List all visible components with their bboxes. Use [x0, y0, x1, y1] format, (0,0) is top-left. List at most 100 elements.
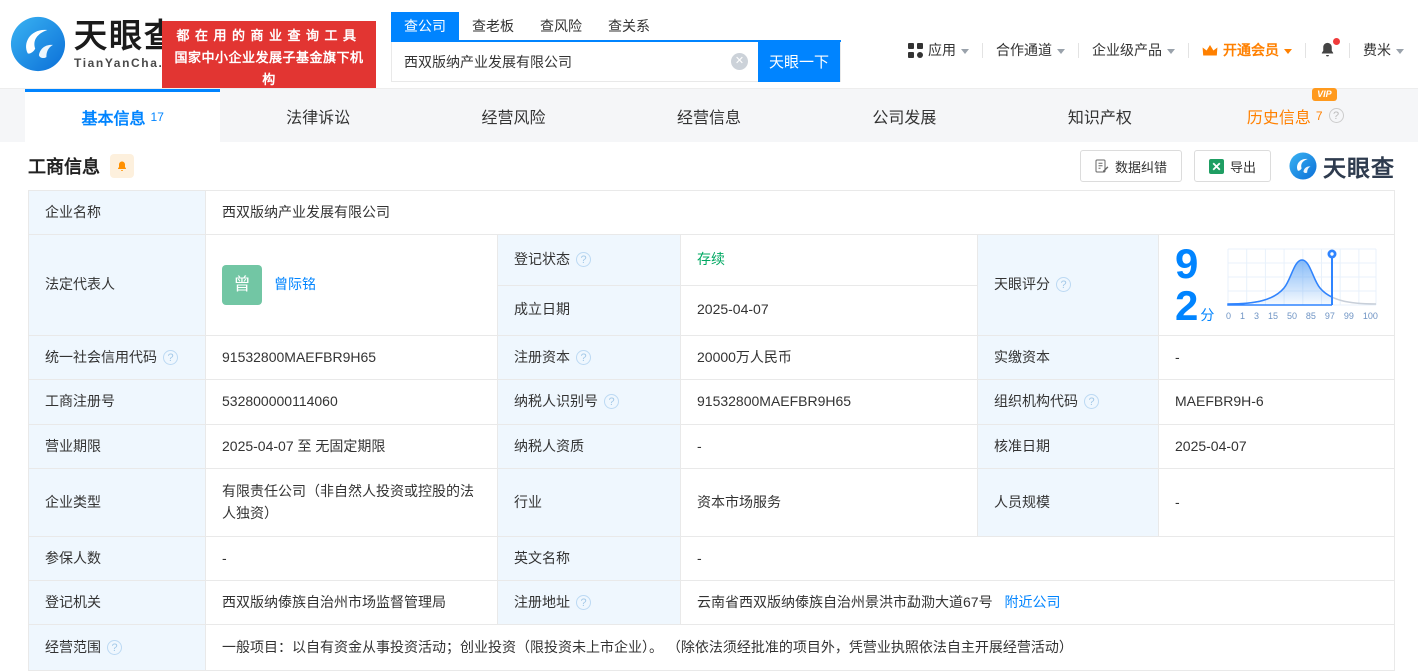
field-label: 核准日期 — [977, 424, 1159, 469]
tab-legal-litigation[interactable]: 法律诉讼 — [220, 89, 415, 142]
table-row: 营业期限 2025-04-07 至 无固定期限 纳税人资质 - 核准日期 202… — [28, 424, 1395, 469]
search-tab-boss[interactable]: 查老板 — [459, 12, 527, 40]
field-label: 行业 — [497, 468, 681, 537]
help-icon[interactable] — [1328, 108, 1344, 123]
tab-intellectual-property[interactable]: 知识产权 — [1002, 89, 1197, 142]
score-unit: 分 — [1200, 307, 1215, 323]
help-icon[interactable] — [1056, 277, 1071, 293]
business-scope-value: 一般项目：以自有资金从事投资活动；创业投资（限投资未上市企业）。 （除依法须经批… — [205, 624, 1395, 671]
field-label: 纳税人识别号 — [497, 379, 681, 425]
nearby-companies-link[interactable]: 附近公司 — [1004, 594, 1060, 610]
tab-basic-info[interactable]: 基本信息 17 — [25, 89, 221, 142]
score-value: 92 — [1175, 240, 1199, 329]
status-badge: 存续 — [697, 250, 725, 267]
taxpayer-id-label: 纳税人识别号 — [514, 393, 598, 410]
data-correction-button[interactable]: 数据纠错 — [1079, 150, 1182, 182]
tianyancha-logo-icon — [1289, 152, 1317, 180]
field-label: 统一社会信用代码 — [28, 335, 206, 380]
slogan-banner: 都在用的商业查询工具 国家中小企业发展子基金旗下机构 — [162, 21, 376, 95]
reg-address-cell: 云南省西双版纳傣族自治州景洪市勐泐大道67号 附近公司 — [680, 580, 1395, 625]
credit-code-value: 91532800MAEFBR9H65 — [205, 335, 498, 380]
divider — [982, 42, 983, 58]
data-correction-label: 数据纠错 — [1114, 159, 1167, 175]
field-label: 成立日期 — [497, 284, 681, 336]
notifications-bell[interactable] — [1319, 38, 1340, 59]
search-tab-risk[interactable]: 查风险 — [527, 12, 595, 40]
axis-tick: 0 — [1226, 310, 1232, 321]
export-button[interactable]: 导出 — [1193, 150, 1271, 182]
score-distribution-chart: 0 1 3 15 50 85 97 99 100 — [1226, 247, 1378, 324]
nav-enterprise-label: 企业级产品 — [1092, 42, 1162, 58]
field-label: 组织机构代码 — [977, 379, 1159, 425]
help-icon[interactable] — [107, 639, 122, 655]
distribution-curve — [1227, 248, 1377, 306]
nav-enterprise[interactable]: 企业级产品 — [1092, 40, 1175, 60]
bell-icon — [118, 161, 126, 171]
nav-vip-membership[interactable]: 开通会员 — [1202, 40, 1292, 60]
edit-doc-icon — [1095, 159, 1109, 173]
table-row: 经营范围 一般项目：以自有资金从事投资活动；创业投资（限投资未上市企业）。 （除… — [28, 624, 1395, 671]
reg-address-label: 注册地址 — [514, 593, 570, 610]
nav-channel[interactable]: 合作通道 — [996, 40, 1065, 60]
field-label: 注册资本 — [497, 335, 681, 380]
tab-label: 基本信息 — [81, 111, 146, 128]
table-row: 参保人数 - 英文名称 - — [28, 536, 1395, 581]
taxpayer-quality-value: - — [680, 424, 978, 469]
excel-icon — [1208, 158, 1224, 174]
field-label: 注册地址 — [497, 580, 681, 625]
tab-label: 经营信息 — [676, 109, 741, 127]
monitor-bell-button[interactable] — [110, 154, 134, 178]
nav-user-menu[interactable]: 费米 — [1363, 40, 1404, 60]
credit-code-label: 统一社会信用代码 — [45, 348, 157, 365]
legal-rep-link[interactable]: 曾际铭 — [274, 274, 316, 296]
help-icon[interactable] — [576, 349, 591, 365]
search-tab-relation[interactable]: 查关系 — [595, 12, 663, 40]
divider — [1078, 42, 1079, 58]
search-box: 天眼一下 — [391, 41, 841, 82]
axis-tick: 3 — [1253, 310, 1259, 321]
field-label: 营业期限 — [28, 424, 206, 469]
chevron-down-icon — [961, 48, 969, 54]
tab-label: 公司发展 — [872, 109, 937, 127]
table-row: 登记机关 西双版纳傣族自治州市场监督管理局 注册地址 云南省西双版纳傣族自治州景… — [28, 580, 1395, 625]
watermark-logo-text: 天眼查 — [1323, 155, 1395, 181]
help-icon[interactable] — [576, 251, 591, 267]
tab-history-info[interactable]: 历史信息 7 VIP — [1198, 87, 1393, 142]
search-button[interactable]: 天眼一下 — [758, 41, 840, 82]
tab-operation-info[interactable]: 经营信息 — [611, 89, 806, 142]
help-icon[interactable] — [576, 594, 591, 610]
username: 费米 — [1363, 42, 1391, 58]
tab-company-development[interactable]: 公司发展 — [807, 89, 1002, 142]
nav-apps[interactable]: 应用 — [908, 40, 969, 60]
axis-tick: 1 — [1239, 310, 1245, 321]
field-label: 企业名称 — [28, 190, 206, 235]
help-icon[interactable] — [1084, 394, 1099, 410]
search-input[interactable] — [392, 53, 731, 70]
business-term-value: 2025-04-07 至 无固定期限 — [205, 424, 498, 469]
tab-label: 历史信息 — [1246, 109, 1311, 127]
tab-label: 经营风险 — [481, 109, 546, 127]
help-icon[interactable] — [163, 349, 178, 365]
help-icon[interactable] — [604, 394, 619, 410]
tab-label: 知识产权 — [1067, 109, 1132, 127]
divider — [1305, 42, 1306, 58]
avatar[interactable]: 曾 — [222, 265, 262, 305]
approval-date-value: 2025-04-07 — [1158, 424, 1395, 469]
reg-capital-value: 20000万人民币 — [680, 335, 978, 380]
top-navigation: 应用 合作通道 企业级产品 开通会员 费米 — [908, 38, 1404, 60]
axis-tick: 15 — [1267, 310, 1278, 321]
clear-icon[interactable] — [731, 53, 748, 70]
header: 天眼查 TianYanCha.com 都在用的商业查询工具 国家中小企业发展子基… — [0, 0, 1418, 95]
score-axis: 0 1 3 15 50 85 97 99 100 — [1226, 310, 1378, 324]
section-title: 工商信息 — [28, 157, 100, 177]
search-tab-company[interactable]: 查公司 — [391, 12, 459, 40]
main-tab-bar: 基本信息 17 法律诉讼 经营风险 经营信息 公司发展 知识产权 历史信息 7 … — [0, 87, 1418, 142]
tianyancha-logo-icon — [10, 16, 66, 72]
tab-operation-risk[interactable]: 经营风险 — [416, 89, 611, 142]
industry-value: 资本市场服务 — [680, 468, 978, 537]
reg-number-value: 532800000114060 — [205, 379, 498, 425]
field-label: 纳税人资质 — [497, 424, 681, 469]
slogan-line2: 国家中小企业发展子基金旗下机构 — [174, 50, 364, 87]
chevron-down-icon — [1284, 48, 1292, 54]
notification-dot — [1333, 38, 1340, 45]
